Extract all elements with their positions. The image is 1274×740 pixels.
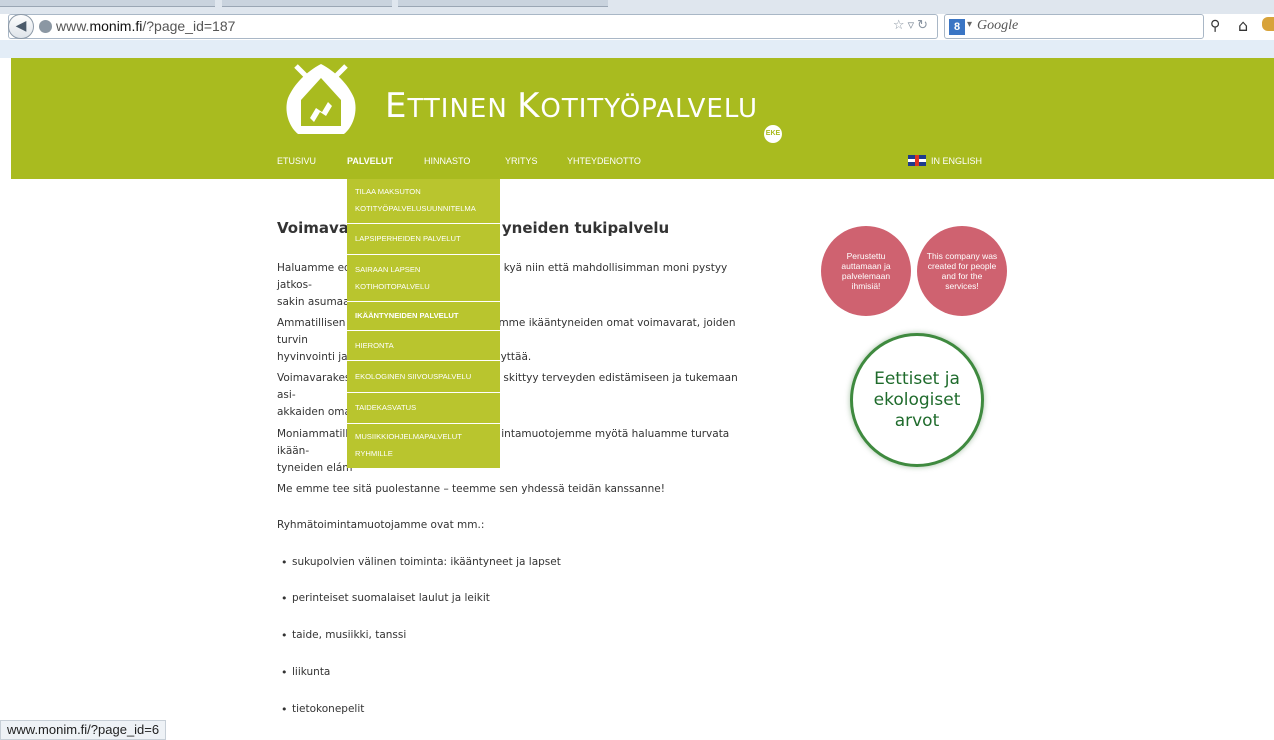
- site-title-word: otityöpalvelu: [540, 94, 759, 124]
- dropdown-item-ekologinen[interactable]: Ekologinen siivouspalvelu: [347, 361, 500, 393]
- list-item: sukupolvien välinen toiminta: ikääntynee…: [281, 556, 561, 569]
- dropdown-item-hieronta[interactable]: Hieronta: [347, 331, 500, 361]
- nav-item-yhteydenotto[interactable]: Yhteydenotto: [567, 156, 641, 166]
- browser-tab[interactable]: [0, 0, 215, 7]
- home-icon[interactable]: ⌂: [1238, 16, 1248, 35]
- list-item: tietokonepelit: [281, 703, 364, 716]
- nav-item-in-english[interactable]: In English: [931, 156, 982, 166]
- paragraph: Me emme tee sitä puolestanne – teemme se…: [277, 483, 665, 495]
- dropdown-item-tilaa[interactable]: Tilaa maksuton kotityöpalvelusuunnitelma: [347, 179, 500, 224]
- google-icon[interactable]: 8: [949, 19, 965, 35]
- bookmarks-bar: [0, 40, 1274, 58]
- list-item: perinteiset suomalaiset laulut ja leikit: [281, 592, 490, 605]
- browser-tab-strip: [0, 0, 1274, 14]
- nav-item-hinnasto[interactable]: Hinnasto: [424, 156, 470, 166]
- dropdown-item-musiikkiohjelma[interactable]: Musiikkiohjelmapalvelut ryhmille: [347, 424, 500, 468]
- house-hands-logo-icon[interactable]: [276, 58, 366, 148]
- promo-circle-en: This company was created for people and …: [917, 226, 1007, 316]
- url-text[interactable]: www.monim.fi/?page_id=187: [56, 18, 235, 34]
- bookmark-star-icon[interactable]: ☆▿↻: [893, 18, 931, 33]
- globe-icon: [39, 20, 52, 33]
- list-item: liikunta: [281, 666, 330, 679]
- dropdown-item-sairaan-lapsen[interactable]: Sairaan lapsen kotihoitopalvelu: [347, 255, 500, 302]
- nav-item-etusivu[interactable]: Etusivu: [277, 156, 316, 166]
- site-header: Ettinen Kotityöpalvelu EKE Etusivu Palve…: [11, 58, 1274, 179]
- nav-item-yritys[interactable]: Yritys: [505, 156, 538, 166]
- palvelut-dropdown-menu: Tilaa maksuton kotityöpalvelusuunnitelma …: [347, 179, 500, 468]
- eke-badge: EKE: [764, 125, 782, 143]
- nav-item-palvelut[interactable]: Palvelut: [347, 156, 393, 166]
- dropdown-item-taidekasvatus[interactable]: Taidekasvatus: [347, 393, 500, 424]
- extension-icon[interactable]: [1262, 17, 1274, 31]
- site-title-word: ttinen: [407, 94, 518, 124]
- site-title-initial: E: [385, 86, 408, 126]
- uk-flag-icon[interactable]: [908, 155, 926, 166]
- search-bar[interactable]: 8 ▾ Google: [944, 14, 1204, 39]
- address-bar[interactable]: ◀ www.monim.fi/?page_id=187 ☆▿↻: [8, 14, 938, 39]
- values-circle-button[interactable]: Eettiset ja ekologiset arvot: [850, 333, 984, 467]
- promo-circle-fi: Perustettu auttamaan ja palvelemaan ihmi…: [821, 226, 911, 316]
- status-bar-url: www.monim.fi/?page_id=6: [0, 720, 167, 740]
- back-arrow-icon[interactable]: ◀: [8, 14, 34, 39]
- dropdown-item-lapsiperheiden[interactable]: Lapsiperheiden palvelut: [347, 224, 500, 255]
- browser-tab[interactable]: [398, 0, 608, 7]
- dropdown-item-ikaantyneiden[interactable]: Ikääntyneiden palvelut: [347, 302, 500, 331]
- list-item: taide, musiikki, tanssi: [281, 629, 406, 642]
- search-input[interactable]: Google: [977, 18, 1018, 34]
- chevron-down-icon[interactable]: ▾: [967, 19, 972, 30]
- site-title[interactable]: Ettinen Kotityöpalvelu: [385, 86, 758, 126]
- magnifier-icon[interactable]: ⚲: [1210, 18, 1220, 34]
- browser-tab[interactable]: [222, 0, 392, 7]
- paragraph: Ryhmätoimintamuotojamme ovat mm.:: [277, 519, 485, 531]
- site-title-initial: K: [517, 86, 541, 126]
- values-circle-label: Eettiset ja ekologiset arvot: [873, 368, 961, 431]
